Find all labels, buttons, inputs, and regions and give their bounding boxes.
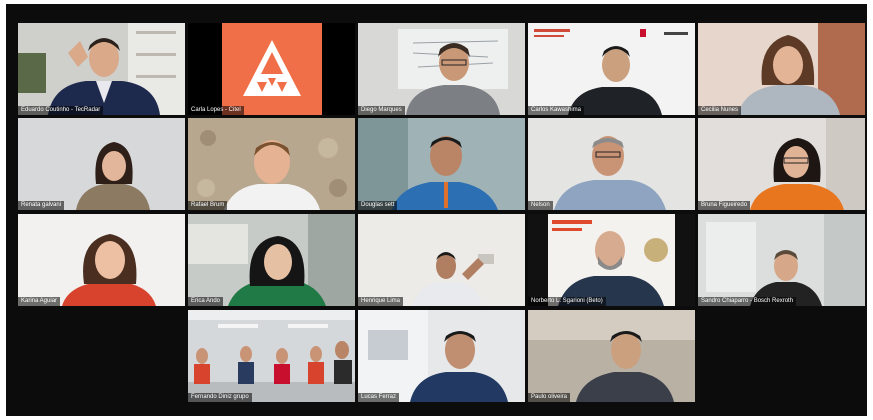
participant-tile[interactable]: Sandro Chiaparro - Bosch Rexroth: [698, 214, 865, 306]
video-feed: [188, 310, 355, 402]
participant-tile[interactable]: Karina Aguiar: [18, 214, 185, 306]
participant-tile[interactable]: Paulo oliveira: [528, 310, 695, 402]
participant-name: Sandro Chiaparro - Bosch Rexroth: [698, 297, 797, 306]
video-feed: [528, 310, 695, 402]
participant-name: Nelson: [528, 201, 553, 210]
participant-name: Cecilia Nunes: [698, 106, 742, 115]
video-feed: [358, 310, 525, 402]
participant-name: Bruna Figueiredo: [698, 201, 751, 210]
video-feed: [188, 214, 355, 306]
participant-tile[interactable]: Diego Marques: [358, 23, 525, 115]
video-feed: [18, 118, 185, 210]
participant-tile[interactable]: Norberto L. Sgarioni (Beto): [528, 214, 695, 306]
participant-tile[interactable]: Renata galvani: [18, 118, 185, 210]
participant-tile[interactable]: Erica Ando: [188, 214, 355, 306]
participant-name: Carla Lopes - Citel: [188, 106, 244, 115]
participant-name: Eduardo Coutinho - TecRadar: [18, 106, 104, 115]
video-feed: [18, 214, 185, 306]
video-feed: [188, 118, 355, 210]
participant-name: Lucas Ferraz: [358, 393, 400, 402]
participant-name: Norberto L. Sgarioni (Beto): [528, 297, 606, 306]
triangle-logo-icon: [222, 23, 322, 115]
video-feed: [18, 23, 185, 115]
participant-name: Renata galvani: [18, 201, 65, 210]
participant-tile[interactable]: Rafael Brum: [188, 118, 355, 210]
participant-tile[interactable]: Nelson: [528, 118, 695, 210]
participant-tile[interactable]: Lucas Ferraz: [358, 310, 525, 402]
participant-tile[interactable]: Carla Lopes - Citel: [188, 23, 355, 115]
participant-name: Erica Ando: [188, 297, 224, 306]
participant-name: Paulo oliveira: [528, 393, 571, 402]
video-feed: [698, 23, 865, 115]
participant-name: Diego Marques: [358, 106, 405, 115]
video-feed: [698, 214, 865, 306]
participant-name: Rafael Brum: [188, 201, 228, 210]
video-feed: [358, 23, 525, 115]
video-grid: Eduardo Coutinho - TecRadar Carla Lopes …: [6, 4, 867, 416]
video-feed: [358, 214, 525, 306]
video-feed: [528, 23, 695, 115]
participant-tile[interactable]: Douglas sett: [358, 118, 525, 210]
participant-tile[interactable]: Fernando Diniz grupo: [188, 310, 355, 402]
participant-tile[interactable]: Eduardo Coutinho - TecRadar: [18, 23, 185, 115]
video-feed: [698, 118, 865, 210]
participant-name: Karina Aguiar: [18, 297, 61, 306]
video-feed: [358, 118, 525, 210]
participant-name: Douglas sett: [358, 201, 398, 210]
video-feed: [528, 118, 695, 210]
participant-tile[interactable]: Cecilia Nunes: [698, 23, 865, 115]
participant-tile[interactable]: Carlos Kawashima: [528, 23, 695, 115]
participant-tile[interactable]: Henrique Lima: [358, 214, 525, 306]
participant-tile[interactable]: Bruna Figueiredo: [698, 118, 865, 210]
video-feed: [528, 214, 695, 306]
participant-name: Fernando Diniz grupo: [188, 393, 252, 402]
participant-name: Henrique Lima: [358, 297, 404, 306]
participant-name: Carlos Kawashima: [528, 106, 585, 115]
